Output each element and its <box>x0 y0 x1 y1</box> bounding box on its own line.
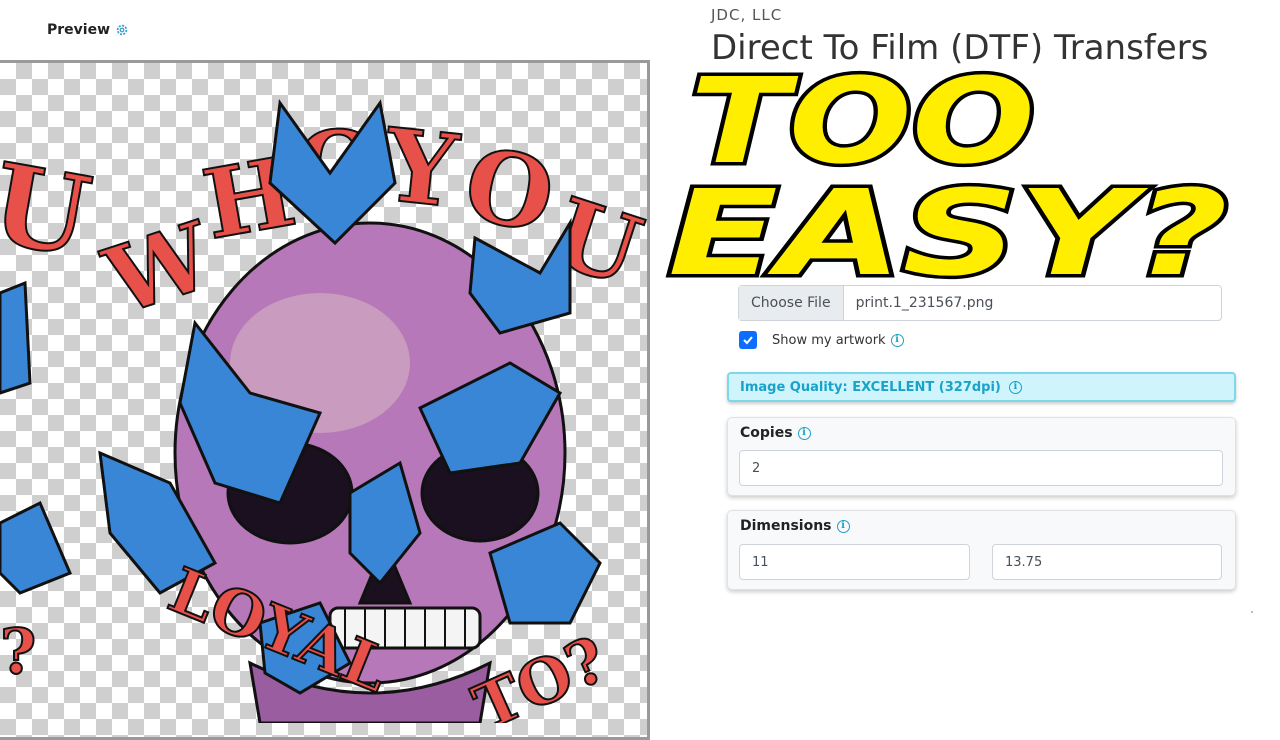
artwork-letter: O <box>455 123 565 257</box>
dimensions-title: Dimensions i <box>740 518 850 534</box>
preview-label: Preview <box>47 22 111 38</box>
checkmark-icon <box>743 336 753 345</box>
overlay-line-2: EASY? <box>668 164 1228 292</box>
image-quality-alert: Image Quality: EXCELLENT (327dpi) i <box>727 372 1236 402</box>
dimensions-card: Dimensions i 11 13.75 <box>727 510 1236 590</box>
dimensions-label: Dimensions <box>740 518 832 534</box>
artwork-letter: U <box>0 138 99 282</box>
company-name: JDC, LLC <box>711 6 783 24</box>
copies-title: Copies i <box>740 425 811 441</box>
gear-icon[interactable] <box>115 23 129 37</box>
info-icon[interactable]: i <box>797 426 811 440</box>
copies-card: Copies i 2 <box>727 417 1236 496</box>
height-input[interactable]: 13.75 <box>992 544 1222 580</box>
show-artwork-label: Show my artwork <box>772 332 886 348</box>
image-quality-text: Image Quality: EXCELLENT (327dpi) <box>740 379 1001 395</box>
info-icon[interactable]: i <box>1008 380 1022 394</box>
divider-dot <box>1251 611 1253 613</box>
artwork-image: U W H O Y O U <box>0 99 647 723</box>
copies-label: Copies <box>740 425 793 441</box>
width-input[interactable]: 11 <box>739 544 970 580</box>
info-icon[interactable]: i <box>890 333 904 347</box>
choose-file-button[interactable]: Choose File <box>739 286 844 320</box>
show-artwork-checkbox[interactable] <box>739 331 757 349</box>
file-name: print.1_231567.png <box>855 295 994 311</box>
copies-input[interactable]: 2 <box>739 450 1223 486</box>
artwork-letter: W <box>92 201 226 336</box>
artwork-left-edge: ? <box>0 615 36 688</box>
file-upload[interactable]: Choose File print.1_231567.png <box>738 285 1222 321</box>
preview-heading: Preview <box>47 22 129 38</box>
info-icon[interactable]: i <box>836 519 850 533</box>
artwork-preview: U W H O Y O U <box>0 60 650 740</box>
overlay-text: TOO EASY? <box>665 62 1232 292</box>
show-artwork-row: Show my artwork i <box>739 331 904 349</box>
